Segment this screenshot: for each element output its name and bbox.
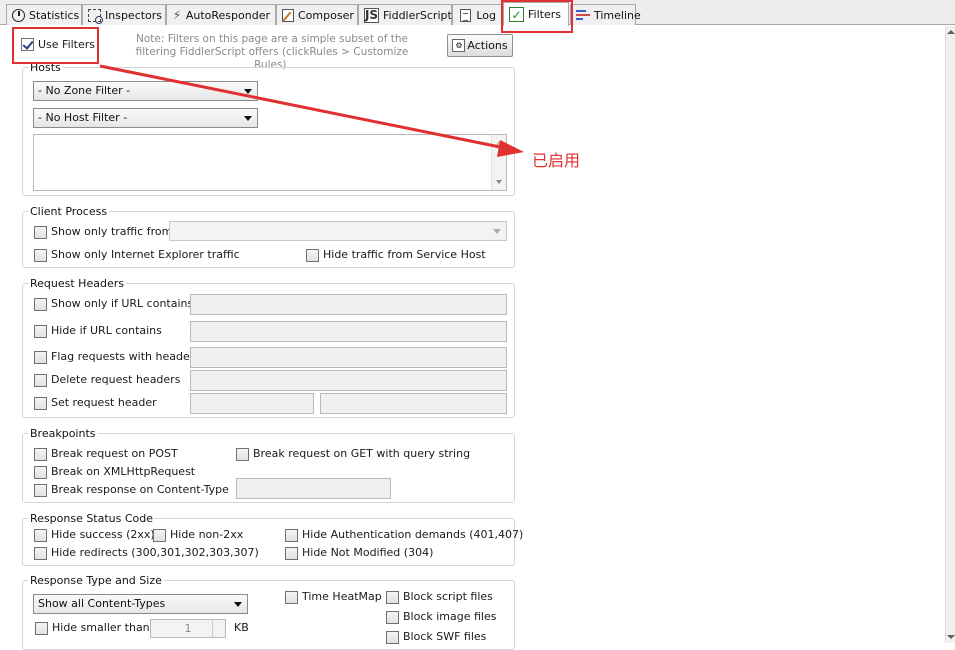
annotation-arrow-head bbox=[497, 140, 524, 157]
annotation-arrow-line bbox=[99, 64, 506, 150]
tab-label: Filters bbox=[528, 8, 561, 21]
checkbox-icon: ✓ bbox=[509, 7, 524, 22]
tab-filters[interactable]: ✓ Filters bbox=[503, 2, 569, 26]
annotation-arrow bbox=[99, 64, 524, 157]
annotation-text: 已启用 bbox=[532, 151, 581, 170]
